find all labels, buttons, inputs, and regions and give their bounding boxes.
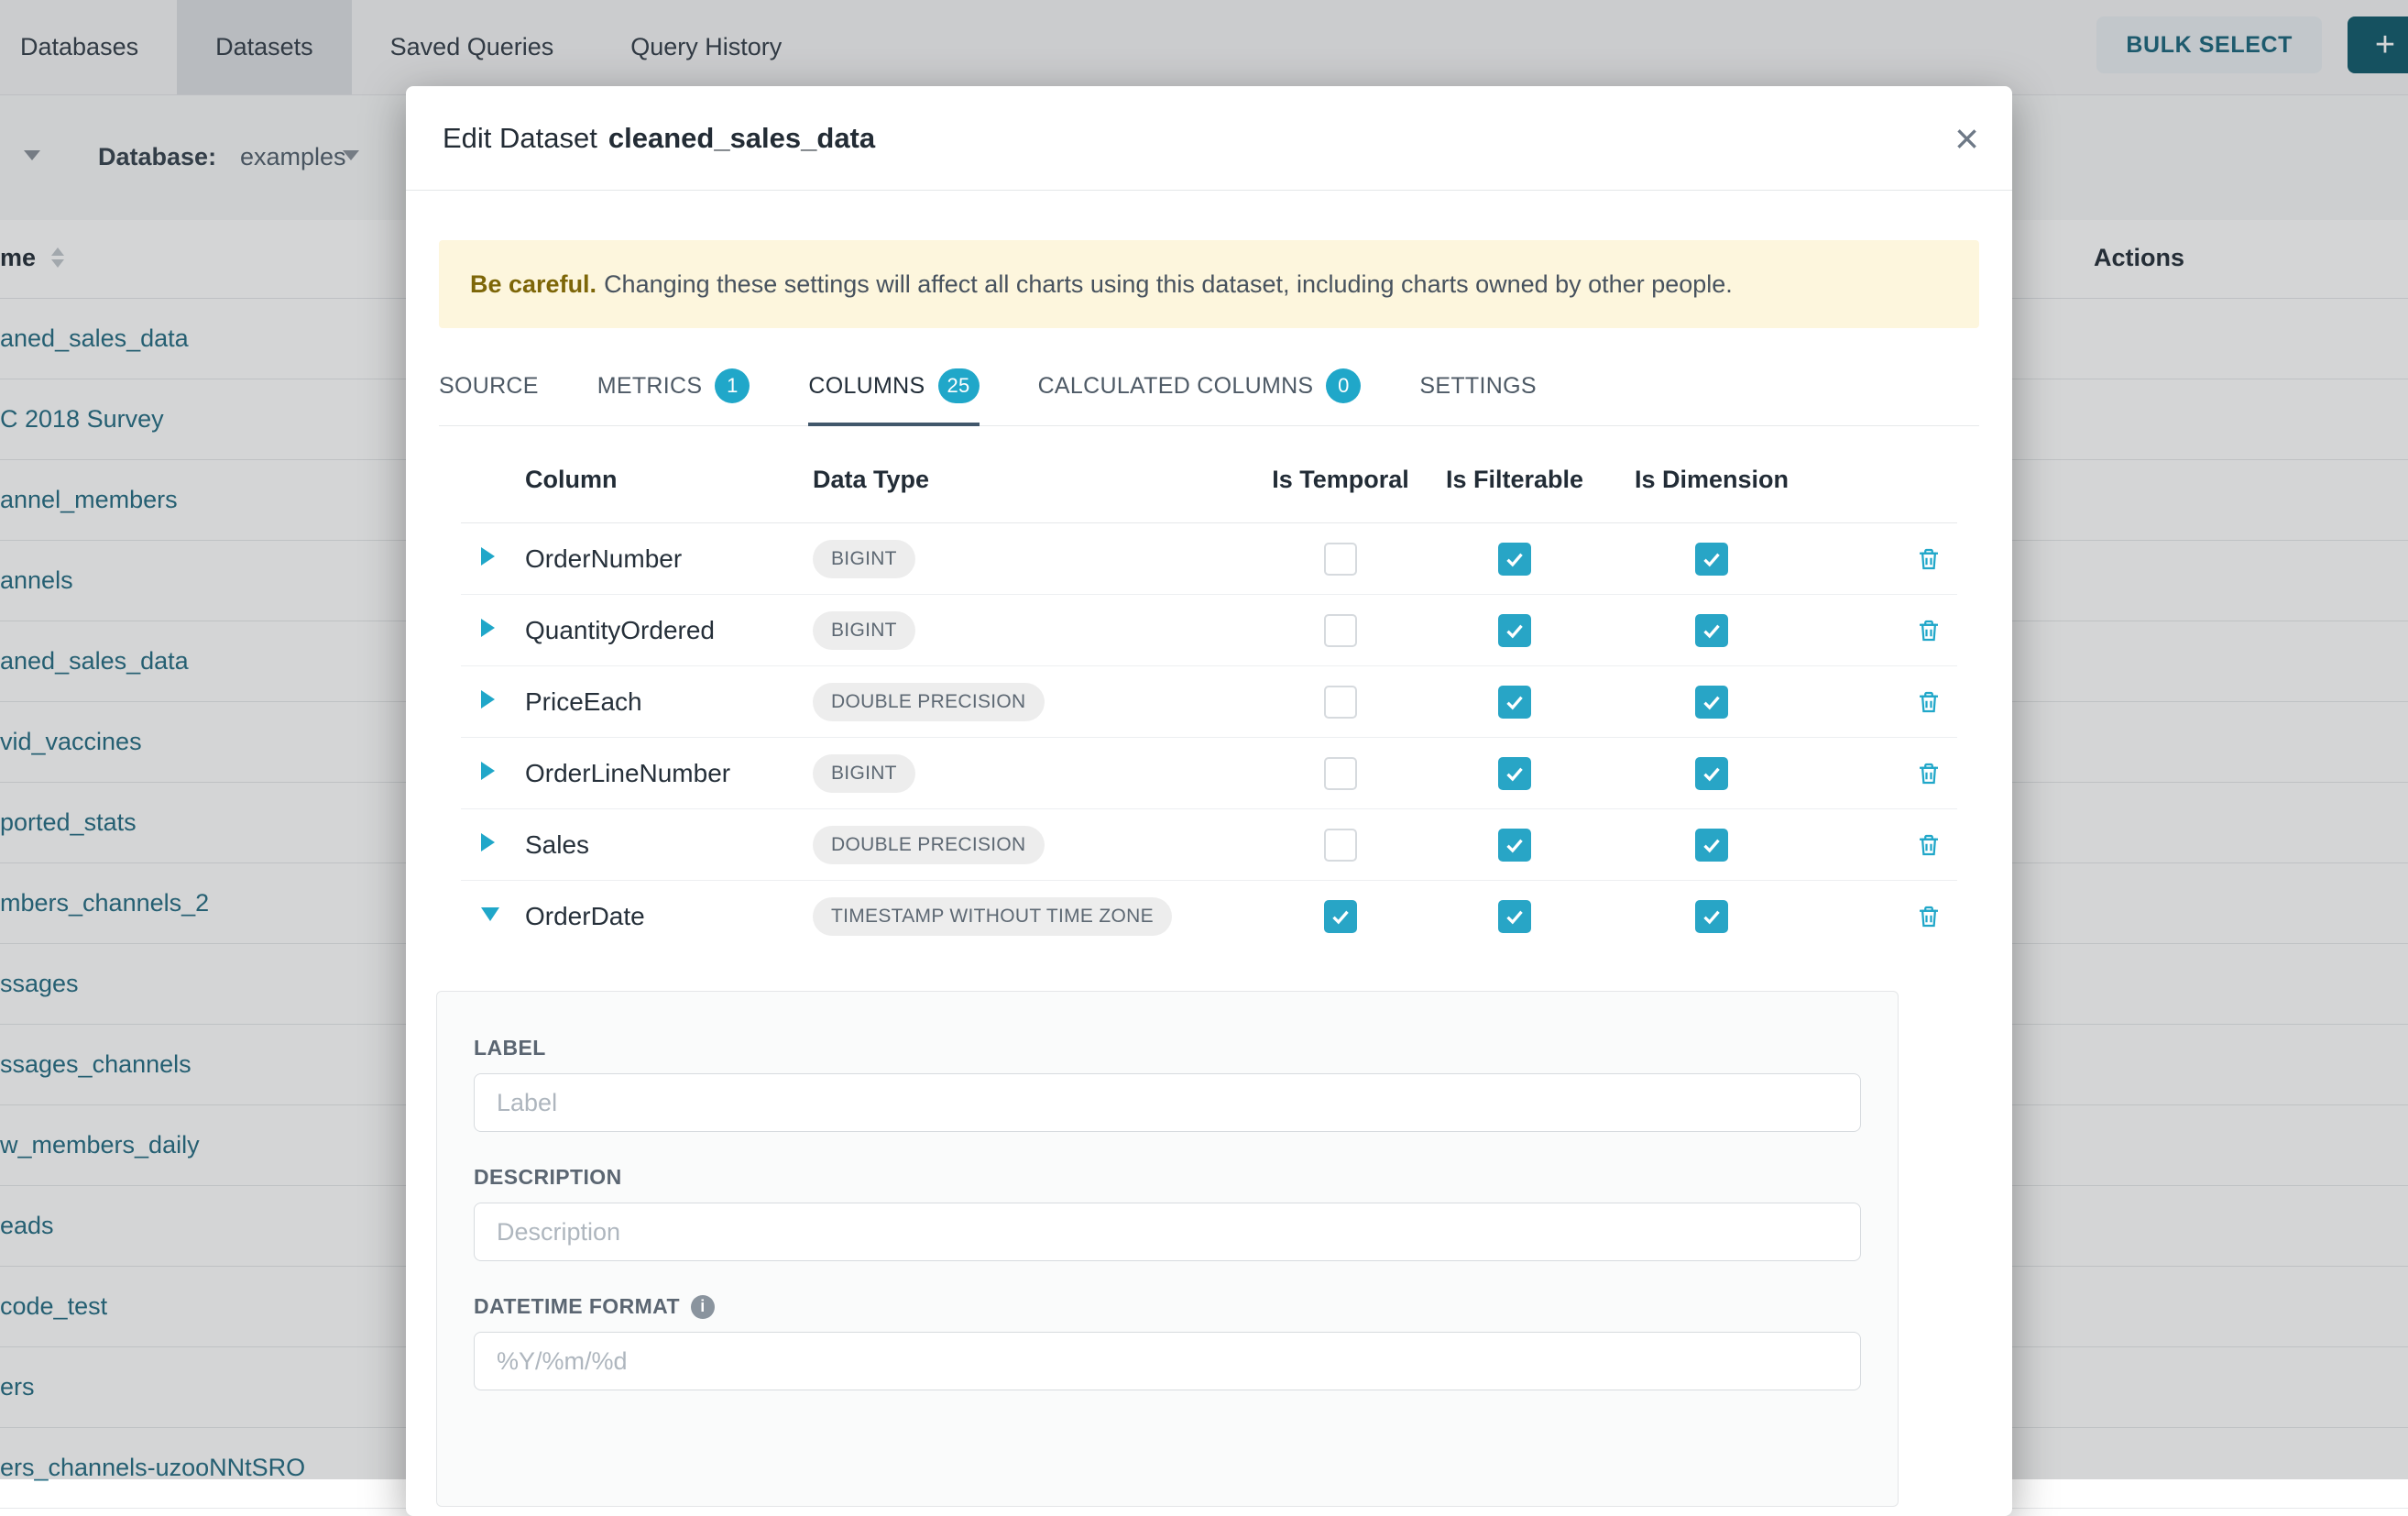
column-name: OrderDate <box>525 902 813 931</box>
expand-caret-icon[interactable] <box>481 547 495 566</box>
is-filterable-checkbox[interactable] <box>1498 829 1531 862</box>
tab-calculated-columns-label: CALCULATED COLUMNS <box>1038 373 1314 400</box>
data-type-pill: BIGINT <box>813 754 915 793</box>
table-row: PriceEach DOUBLE PRECISION <box>461 666 1957 738</box>
header-column: Column <box>525 466 813 494</box>
data-type-pill: DOUBLE PRECISION <box>813 826 1045 864</box>
close-icon[interactable]: × <box>1954 117 1979 159</box>
delete-icon[interactable] <box>1915 688 1943 716</box>
description-field-label: DESCRIPTION <box>474 1165 1861 1190</box>
edit-dataset-modal: Edit Dataset cleaned_sales_data × Be care… <box>406 86 2012 1516</box>
data-type-pill: BIGINT <box>813 540 915 578</box>
delete-icon[interactable] <box>1915 545 1943 573</box>
table-row: QuantityOrdered BIGINT <box>461 595 1957 666</box>
calculated-columns-count-badge: 0 <box>1326 368 1361 403</box>
expand-caret-icon[interactable] <box>481 833 495 851</box>
datetime-format-label: DATETIME FORMAT <box>474 1294 680 1319</box>
modal-title: Edit Dataset cleaned_sales_data <box>443 122 875 155</box>
is-filterable-checkbox[interactable] <box>1498 614 1531 647</box>
tab-source-label: SOURCE <box>439 373 539 400</box>
warning-banner: Be careful.Changing these settings will … <box>439 240 1979 328</box>
modal-header: Edit Dataset cleaned_sales_data × <box>406 86 2012 191</box>
delete-icon[interactable] <box>1915 617 1943 644</box>
table-row: OrderNumber BIGINT <box>461 523 1957 595</box>
tab-settings-label: SETTINGS <box>1419 373 1536 400</box>
tab-metrics[interactable]: METRICS 1 <box>597 368 750 425</box>
is-temporal-checkbox[interactable] <box>1324 543 1357 576</box>
is-filterable-checkbox[interactable] <box>1498 686 1531 719</box>
is-temporal-checkbox[interactable] <box>1324 900 1357 933</box>
expand-caret-icon[interactable] <box>481 619 495 637</box>
tab-columns[interactable]: COLUMNS 25 <box>808 368 979 425</box>
is-dimension-checkbox[interactable] <box>1695 543 1728 576</box>
is-dimension-checkbox[interactable] <box>1695 686 1728 719</box>
is-temporal-checkbox[interactable] <box>1324 757 1357 790</box>
header-data-type: Data Type <box>813 466 1258 494</box>
column-detail-panel: LABEL DESCRIPTION DATETIME FORMAT i <box>436 991 1899 1507</box>
modal-title-dataset-name: cleaned_sales_data <box>608 122 875 154</box>
is-dimension-checkbox[interactable] <box>1695 757 1728 790</box>
is-dimension-checkbox[interactable] <box>1695 614 1728 647</box>
description-input[interactable] <box>474 1203 1861 1261</box>
tab-settings[interactable]: SETTINGS <box>1419 368 1536 425</box>
is-temporal-checkbox[interactable] <box>1324 829 1357 862</box>
label-field: LABEL <box>474 1036 1861 1132</box>
modal-tabs: SOURCE METRICS 1 COLUMNS 25 CALCULATED C… <box>439 368 1979 426</box>
tab-source[interactable]: SOURCE <box>439 368 539 425</box>
description-field: DESCRIPTION <box>474 1165 1861 1261</box>
delete-icon[interactable] <box>1915 831 1943 859</box>
column-name: OrderNumber <box>525 544 813 574</box>
table-row: Sales DOUBLE PRECISION <box>461 809 1957 881</box>
expand-caret-icon[interactable] <box>481 762 495 780</box>
tab-metrics-label: METRICS <box>597 373 703 400</box>
column-name: PriceEach <box>525 687 813 717</box>
data-type-pill: BIGINT <box>813 611 915 650</box>
is-dimension-checkbox[interactable] <box>1695 829 1728 862</box>
info-icon[interactable]: i <box>691 1295 715 1319</box>
data-type-pill: DOUBLE PRECISION <box>813 683 1045 721</box>
is-temporal-checkbox[interactable] <box>1324 614 1357 647</box>
is-filterable-checkbox[interactable] <box>1498 757 1531 790</box>
header-is-temporal: Is Temporal <box>1258 466 1423 494</box>
data-type-pill: TIMESTAMP WITHOUT TIME ZONE <box>813 897 1172 936</box>
warning-banner-bold: Be careful. <box>470 270 597 298</box>
datetime-format-input[interactable] <box>474 1332 1861 1390</box>
column-name: Sales <box>525 830 813 860</box>
columns-table: Column Data Type Is Temporal Is Filterab… <box>461 437 1957 952</box>
tab-columns-label: COLUMNS <box>808 373 925 400</box>
is-temporal-checkbox[interactable] <box>1324 686 1357 719</box>
table-row: OrderLineNumber BIGINT <box>461 738 1957 809</box>
is-filterable-checkbox[interactable] <box>1498 543 1531 576</box>
header-is-filterable: Is Filterable <box>1423 466 1606 494</box>
delete-icon[interactable] <box>1915 760 1943 787</box>
expand-caret-icon[interactable] <box>481 690 495 709</box>
collapse-caret-icon[interactable] <box>481 907 499 921</box>
modal-title-prefix: Edit Dataset <box>443 122 597 154</box>
is-dimension-checkbox[interactable] <box>1695 900 1728 933</box>
columns-table-header: Column Data Type Is Temporal Is Filterab… <box>461 437 1957 523</box>
metrics-count-badge: 1 <box>715 368 750 403</box>
tab-calculated-columns[interactable]: CALCULATED COLUMNS 0 <box>1038 368 1362 425</box>
column-name: QuantityOrdered <box>525 616 813 645</box>
delete-icon[interactable] <box>1915 903 1943 930</box>
is-filterable-checkbox[interactable] <box>1498 900 1531 933</box>
datetime-format-field: DATETIME FORMAT i <box>474 1294 1861 1390</box>
header-is-dimension: Is Dimension <box>1606 466 1817 494</box>
label-field-label: LABEL <box>474 1036 1861 1060</box>
table-row-expanded: OrderDate TIMESTAMP WITHOUT TIME ZONE <box>461 881 1957 952</box>
columns-count-badge: 25 <box>938 368 980 403</box>
warning-banner-text: Changing these settings will affect all … <box>604 270 1733 298</box>
label-input[interactable] <box>474 1073 1861 1132</box>
column-name: OrderLineNumber <box>525 759 813 788</box>
